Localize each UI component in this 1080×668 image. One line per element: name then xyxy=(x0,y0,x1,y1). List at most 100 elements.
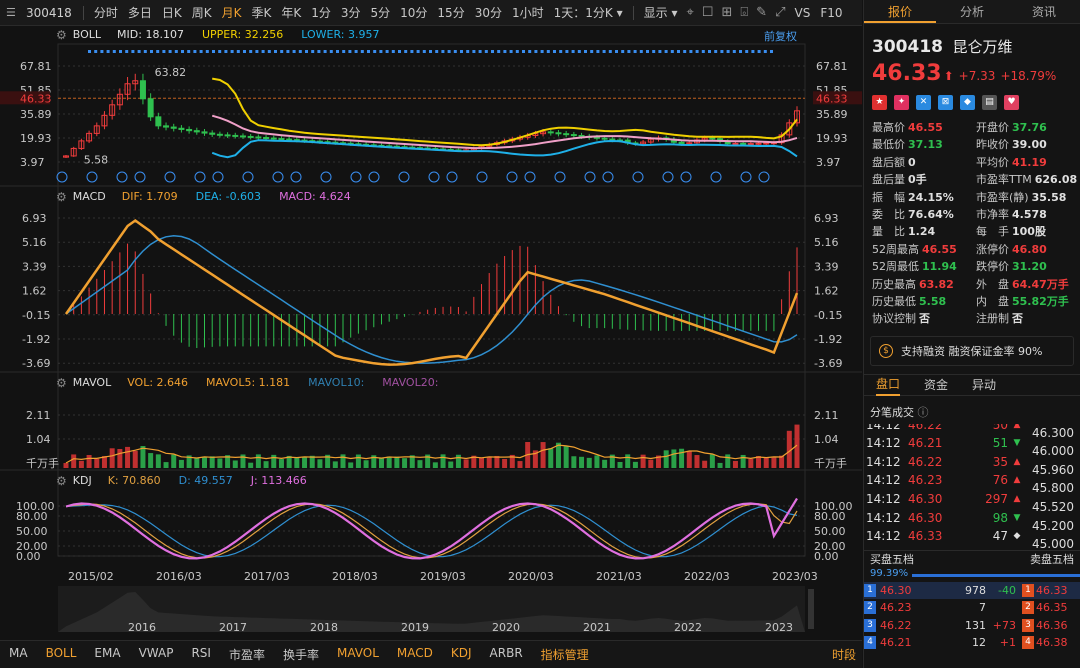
margin-info[interactable]: $ 支持融资 融资保证金率 90% xyxy=(870,335,1074,366)
period-tab[interactable]: 周K xyxy=(192,4,212,21)
sub-tab[interactable]: 异动 xyxy=(972,375,996,395)
note-icon[interactable]: ▤ xyxy=(982,95,997,110)
panel-tab[interactable]: 资讯 xyxy=(1008,0,1080,23)
session-button[interactable]: 时段 xyxy=(832,646,856,663)
marker-dot xyxy=(329,50,333,53)
buy-delta: -40 xyxy=(998,583,1016,597)
indicator-tab[interactable]: ARBR xyxy=(490,646,523,663)
period-tab[interactable]: 年K xyxy=(281,4,301,21)
period-tab[interactable]: 月K xyxy=(222,4,242,21)
sub-tab[interactable]: 盘口 xyxy=(876,374,901,396)
indicator-tab[interactable]: 换手率 xyxy=(283,646,319,663)
tick-list[interactable]: 14:12 46.22 50 ▲ 14:12 46.21 51 ▼ 14:12 46.22 35 ▲ 1… xyxy=(864,424,1080,550)
event-marker-icon xyxy=(710,171,722,183)
range-select[interactable]: 1天：1分K ▾ xyxy=(554,4,623,21)
period-tab[interactable]: 1小时 xyxy=(512,4,544,21)
period-tab[interactable]: 多日 xyxy=(128,4,152,21)
menu-icon[interactable]: ☰ xyxy=(6,6,16,19)
event-marker-icon xyxy=(476,171,488,183)
volume-bar xyxy=(517,461,523,468)
period-tab[interactable]: 日K xyxy=(162,4,182,21)
chart-canvas[interactable]: 67.81 67.8151.85 51.8546.33 46.3335.89 35.89… xyxy=(0,26,862,638)
gear-icon[interactable]: ⚙ xyxy=(56,28,67,42)
marker-dot xyxy=(447,50,451,53)
heart-icon[interactable]: ♥ xyxy=(1004,95,1019,110)
checkbox-icon[interactable]: ☐ xyxy=(702,5,714,20)
connect-icon[interactable]: ✕ xyxy=(916,95,931,110)
volume-bar xyxy=(625,454,631,468)
y-tick: 3.39 xyxy=(814,260,839,273)
period-tab[interactable]: 30分 xyxy=(475,4,502,21)
book-row[interactable]: 4 46.21 12 +1 4 46.38 xyxy=(864,634,1080,652)
indicator-tab[interactable]: MACD xyxy=(397,646,433,663)
stat-value: 4.578 xyxy=(1012,207,1047,221)
hot-icon[interactable]: ✦ xyxy=(894,95,909,110)
crosshair-icon[interactable]: ⌖ xyxy=(686,5,693,20)
sub-tab[interactable]: 资金 xyxy=(924,375,948,395)
panel-tab[interactable]: 分析 xyxy=(936,0,1008,23)
display-select[interactable]: 显示 ▾ xyxy=(644,4,678,21)
kline-chart[interactable]: 67.81 67.81 51.85 51.85 46.33 46.33 35.89 35.89… xyxy=(0,26,862,638)
marker-dot xyxy=(497,50,501,53)
layout-icon[interactable]: ⊞ xyxy=(721,5,732,20)
stat-value: 100股 xyxy=(1012,225,1046,239)
indicator-tab[interactable]: BOLL xyxy=(46,646,77,663)
camera-icon[interactable]: ⌻ xyxy=(740,5,748,20)
quote-code: 300418 xyxy=(872,37,943,57)
marker-dot xyxy=(621,50,625,53)
overview-year: 2020 xyxy=(492,621,520,634)
period-tab[interactable]: 1分 xyxy=(311,4,331,21)
indicator-tab[interactable]: MAVOL xyxy=(337,646,379,663)
flag-icon[interactable]: ★ xyxy=(872,95,887,110)
marker-dot xyxy=(763,50,767,53)
draw-icon[interactable]: ✎ xyxy=(756,5,767,20)
gear-icon[interactable]: ⚙ xyxy=(56,376,67,390)
volume-bar xyxy=(125,446,131,468)
f10-button[interactable]: F10 xyxy=(820,6,842,20)
indicator-tab[interactable]: KDJ xyxy=(451,646,472,663)
marker-dot xyxy=(534,50,538,53)
ladder-price: 45.000 xyxy=(1032,537,1074,550)
period-tab[interactable]: 5分 xyxy=(371,4,391,21)
period-tab[interactable]: 15分 xyxy=(437,4,464,21)
last-price: 46.33 xyxy=(872,61,942,86)
quote-panel: 报价 分析 资讯 300418 昆仑万维 46.33 ⬆ +7.33 +18.79%… xyxy=(863,0,1080,668)
book-row[interactable]: 2 46.23 7 2 46.35 xyxy=(864,599,1080,617)
marker-dot xyxy=(732,50,736,53)
indicator-tab[interactable]: 市盈率 xyxy=(229,646,265,663)
volume-bar xyxy=(679,448,685,468)
stat-item: 委 比 76.64% xyxy=(872,207,976,223)
boll-upper: UPPER: 32.256 xyxy=(201,28,284,41)
vs-button[interactable]: VS xyxy=(794,6,810,20)
dea-line xyxy=(65,235,798,364)
indicator-tab[interactable]: 指标管理 xyxy=(541,646,589,663)
period-tab[interactable]: 10分 xyxy=(400,4,427,21)
period-tab[interactable]: 分时 xyxy=(94,4,118,21)
gear-icon[interactable]: ⚙ xyxy=(56,474,67,488)
tag-icon[interactable]: ◆ xyxy=(960,95,975,110)
indicator-tab[interactable]: EMA xyxy=(94,646,120,663)
panel-tabs: 报价 分析 资讯 xyxy=(864,0,1080,24)
indicator-tab[interactable]: VWAP xyxy=(139,646,174,663)
period-tab[interactable]: 季K xyxy=(251,4,271,21)
order-book[interactable]: 1 46.30 978 -40 1 46.33 2 46.23 7 2 46.35 3 46.22 131… xyxy=(864,581,1080,652)
gear-icon[interactable]: ⚙ xyxy=(56,190,67,204)
book-row[interactable]: 3 46.22 131 +73 3 46.36 xyxy=(864,617,1080,635)
info-icon[interactable]: ⓘ xyxy=(918,406,929,419)
marker-dot xyxy=(484,50,488,53)
adjust-toggle[interactable]: 前复权 xyxy=(764,28,797,44)
period-tab[interactable]: 3分 xyxy=(341,4,361,21)
buy-qty: 131 xyxy=(965,618,986,632)
x-tick: 2018/03 xyxy=(332,570,378,583)
indicator-tab[interactable]: MA xyxy=(9,646,28,663)
panel-tab[interactable]: 报价 xyxy=(864,0,936,23)
fullscreen-icon[interactable]: ⤢ xyxy=(775,5,785,20)
book-row[interactable]: 1 46.30 978 -40 1 46.33 xyxy=(864,581,1080,600)
shenzhen-icon[interactable]: ⊠ xyxy=(938,95,953,110)
stat-item: 涨停价 46.80 xyxy=(976,242,1080,258)
volume-bar xyxy=(694,455,700,468)
indicator-tab[interactable]: RSI xyxy=(191,646,211,663)
candle-body xyxy=(678,141,685,145)
candle-body xyxy=(755,142,762,145)
y-tick: 5.16 xyxy=(22,236,47,249)
